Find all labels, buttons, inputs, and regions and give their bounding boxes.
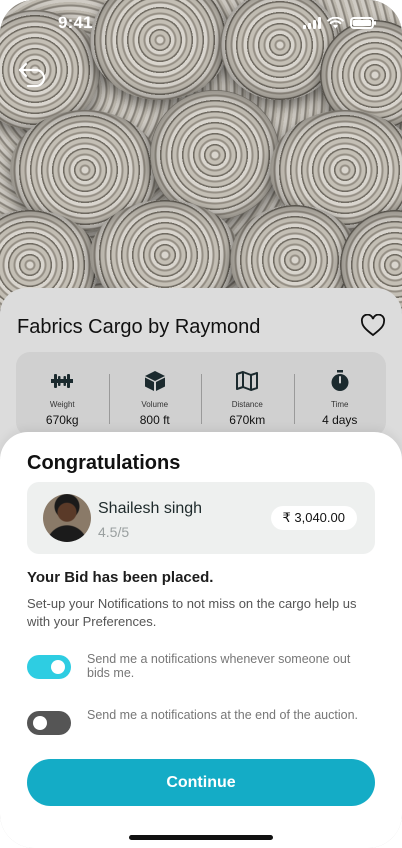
stat-volume: Volume 800 ft — [108, 352, 202, 436]
outbid-notification-toggle[interactable] — [27, 655, 71, 679]
stat-distance: Distance 670km — [201, 352, 294, 436]
cargo-title: Fabrics Cargo by Raymond — [17, 316, 261, 338]
status-icons — [303, 17, 376, 29]
bidder-name: Shailesh singh — [98, 500, 203, 517]
favorite-heart-icon[interactable] — [360, 314, 386, 338]
bid-confirmation-sheet: Congratulations Shailesh singh 4.5/5 ₹ 3… — [0, 432, 402, 848]
auction-end-notification-toggle[interactable] — [27, 711, 71, 735]
notification-setup-text: Set-up your Notifications to not miss on… — [27, 596, 357, 629]
bidder-rating: 4.5/5 — [98, 524, 130, 540]
preference-label: Send me a notifications at the end of th… — [87, 708, 359, 722]
preference-auction-end: Send me a notifications at the end of th… — [27, 708, 377, 740]
stat-label: Weight — [49, 400, 75, 409]
stat-value: 800 ft — [139, 413, 170, 427]
continue-button[interactable]: Continue — [27, 759, 375, 806]
toggle-knob — [33, 716, 47, 730]
bid-placed-heading: Your Bid has been placed. — [27, 569, 214, 586]
bid-price-badge: ₹ 3,040.00 — [270, 506, 357, 530]
stat-label: Volume — [141, 400, 169, 409]
dumbbell-icon — [51, 374, 74, 388]
battery-icon — [350, 17, 376, 29]
avatar — [43, 494, 91, 542]
stat-weight: Weight 670kg — [16, 352, 109, 436]
cargo-stats: Weight 670kg Volume 800 ft Distance 670k… — [16, 352, 386, 436]
bidder-card: Shailesh singh 4.5/5 ₹ 3,040.00 — [27, 482, 375, 554]
stat-label: Time — [331, 400, 349, 409]
status-time: 9:41 — [58, 13, 93, 32]
stat-label: Distance — [231, 400, 263, 409]
stat-time: Time 4 days — [293, 352, 387, 436]
map-icon — [236, 371, 259, 391]
back-arrow-icon[interactable] — [16, 58, 50, 88]
stopwatch-icon — [331, 370, 349, 391]
sheet-title: Congratulations — [27, 452, 181, 474]
wifi-icon — [327, 17, 344, 29]
stat-value: 670kg — [45, 413, 79, 427]
cargo-hero-image — [0, 0, 402, 320]
stat-value: 670km — [229, 413, 266, 427]
preference-label: Send me a notifications whenever someone… — [87, 652, 351, 680]
app-screen: 9:41 Fabrics Cargo by Raymond Weight 670… — [0, 0, 402, 848]
cellular-signal-icon — [303, 17, 321, 29]
preference-outbid: Send me a notifications whenever someone… — [27, 652, 377, 684]
status-bar: 9:41 — [0, 0, 402, 46]
toggle-knob — [51, 660, 65, 674]
home-indicator — [129, 835, 273, 840]
stat-value: 4 days — [322, 413, 358, 427]
box-icon — [144, 371, 165, 391]
